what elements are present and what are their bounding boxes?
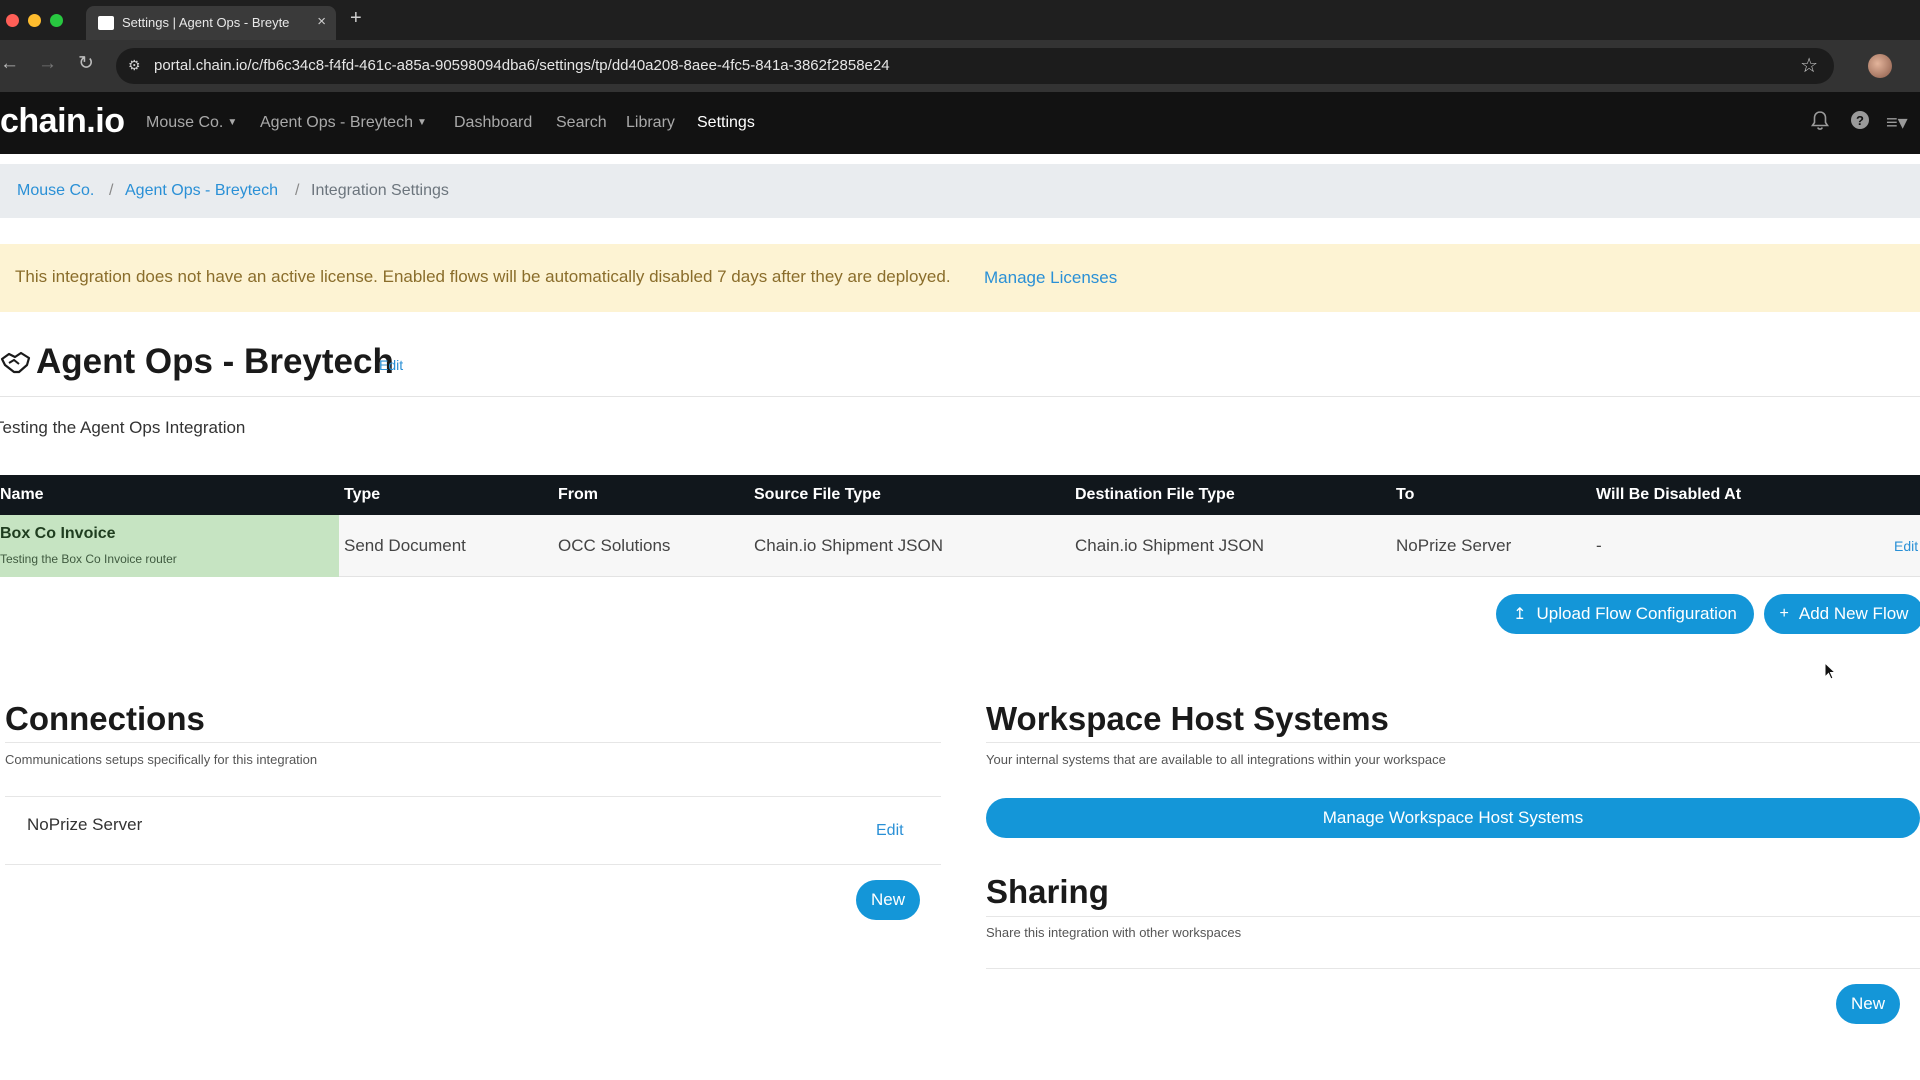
column-header-from[interactable]: From xyxy=(558,486,598,504)
forward-arrow-icon[interactable]: → xyxy=(38,54,57,74)
nav-item-mouse-co[interactable]: Mouse Co. ▼ xyxy=(146,114,237,132)
nav-item-library[interactable]: Library xyxy=(626,114,675,132)
hamburger-menu-icon[interactable]: ≡▾ xyxy=(1886,110,1908,135)
manage-workspace-host-systems-button[interactable]: Manage Workspace Host Systems xyxy=(986,798,1920,838)
column-header-to[interactable]: To xyxy=(1396,486,1414,504)
edit-connection-link[interactable]: Edit xyxy=(876,822,904,840)
site-info-icon[interactable]: ⚙ xyxy=(128,57,141,74)
upload-flow-configuration-button[interactable]: ↥ Upload Flow Configuration xyxy=(1496,594,1754,634)
divider xyxy=(5,796,941,797)
column-header-name[interactable]: Name xyxy=(0,486,44,504)
upload-flow-label: Upload Flow Configuration xyxy=(1536,604,1737,623)
edit-flow-link[interactable]: Edit xyxy=(1894,538,1918,554)
window-maximize-button[interactable] xyxy=(50,14,63,27)
sharing-title: Sharing xyxy=(986,873,1109,910)
column-header-source-file-type[interactable]: Source File Type xyxy=(754,486,881,504)
divider xyxy=(0,396,1920,397)
new-sharing-button[interactable]: New xyxy=(1836,984,1900,1024)
back-arrow-icon[interactable]: ← xyxy=(0,54,19,74)
mouse-pointer-icon xyxy=(1824,661,1837,685)
manage-licenses-link[interactable]: Manage Licenses xyxy=(984,268,1117,288)
breadcrumb-current: Integration Settings xyxy=(311,182,449,199)
brand-logo[interactable]: chain.io xyxy=(0,102,125,141)
breadcrumb: Mouse Co. / Agent Ops - Breytech / Integ… xyxy=(0,164,1920,218)
page-title: Agent Ops - Breytech xyxy=(36,342,394,381)
flow-from: OCC Solutions xyxy=(558,536,671,555)
url-text[interactable]: portal.chain.io/c/fb6c34c8-f4fd-461c-a85… xyxy=(154,57,890,74)
table-row[interactable]: Box Co Invoice Testing the Box Co Invoic… xyxy=(0,515,1920,577)
flow-disabled-at: - xyxy=(1596,536,1602,555)
workspace-host-systems-title: Workspace Host Systems xyxy=(986,700,1389,737)
flow-type: Send Document xyxy=(344,536,466,555)
upload-icon: ↥ xyxy=(1513,606,1527,623)
breadcrumb-separator: / xyxy=(109,182,114,199)
divider xyxy=(986,742,1920,743)
flow-source-file-type: Chain.io Shipment JSON xyxy=(754,536,943,555)
breadcrumb-agent-ops[interactable]: Agent Ops - Breytech xyxy=(125,182,278,200)
divider xyxy=(986,916,1920,917)
nav-item-settings[interactable]: Settings xyxy=(697,114,755,132)
divider xyxy=(5,864,941,865)
window-minimize-button[interactable] xyxy=(28,14,41,27)
workspace-host-systems-subtitle: Your internal systems that are available… xyxy=(986,752,1446,767)
connection-item: NoPrize Server xyxy=(27,815,143,834)
divider xyxy=(5,742,941,743)
profile-avatar[interactable] xyxy=(1868,54,1892,78)
add-new-flow-button[interactable]: + Add New Flow xyxy=(1764,594,1920,634)
connections-title: Connections xyxy=(5,700,205,737)
plus-icon: + xyxy=(1779,605,1789,622)
column-header-destination-file-type[interactable]: Destination File Type xyxy=(1075,486,1235,504)
integration-description: Testing the Agent Ops Integration xyxy=(0,418,246,437)
flow-name[interactable]: Box Co Invoice xyxy=(0,525,116,543)
sharing-subtitle: Share this integration with other worksp… xyxy=(986,925,1242,940)
tab-title: Settings | Agent Ops - Breyte xyxy=(122,15,290,30)
breadcrumb-mouse-co[interactable]: Mouse Co. xyxy=(17,182,94,200)
chevron-down-icon: ▼ xyxy=(227,117,238,128)
connections-subtitle: Communications setups specifically for t… xyxy=(5,752,318,767)
browser-toolbar: ← → ↻ ⚙ portal.chain.io/c/fb6c34c8-f4fd-… xyxy=(0,40,1920,92)
browser-tab-bar: Settings | Agent Ops - Breyte × + xyxy=(0,0,1920,40)
flow-to: NoPrize Server xyxy=(1396,536,1512,555)
edit-integration-link[interactable]: Edit xyxy=(379,357,403,373)
bookmark-star-icon[interactable]: ☆ xyxy=(1800,53,1818,78)
new-tab-button[interactable]: + xyxy=(350,7,362,30)
nav-item-search[interactable]: Search xyxy=(556,114,607,132)
address-bar[interactable]: ⚙ portal.chain.io/c/fb6c34c8-f4fd-461c-a… xyxy=(116,48,1834,84)
flow-description: Testing the Box Co Invoice router xyxy=(0,552,177,566)
add-flow-label: Add New Flow xyxy=(1798,604,1909,623)
nav-item-agent-ops[interactable]: Agent Ops - Breytech ▼ xyxy=(260,114,427,132)
app-navbar: chain.io Mouse Co. ▼ Agent Ops - Breytech… xyxy=(0,92,1920,154)
reload-icon[interactable]: ↻ xyxy=(78,54,94,74)
breadcrumb-separator: / xyxy=(295,182,300,199)
bell-icon[interactable] xyxy=(1810,110,1830,138)
handshake-icon xyxy=(0,350,32,376)
flow-destination-file-type: Chain.io Shipment JSON xyxy=(1075,536,1264,555)
window-close-button[interactable] xyxy=(6,14,19,27)
column-header-disabled-at[interactable]: Will Be Disabled At xyxy=(1596,486,1741,504)
new-connection-button[interactable]: New xyxy=(856,880,920,920)
license-alert: This integration does not have an active… xyxy=(0,244,1920,312)
help-icon[interactable]: ? xyxy=(1850,110,1870,136)
table-header: Name Type From Source File Type Destinat… xyxy=(0,475,1920,515)
browser-tab[interactable]: Settings | Agent Ops - Breyte × xyxy=(86,6,336,40)
column-header-type[interactable]: Type xyxy=(344,486,380,504)
chevron-down-icon: ▼ xyxy=(416,117,427,128)
flow-name-cell[interactable]: Box Co Invoice Testing the Box Co Invoic… xyxy=(0,515,339,577)
alert-text: This integration does not have an active… xyxy=(15,267,951,286)
svg-text:?: ? xyxy=(1856,113,1864,128)
favicon-icon xyxy=(98,16,114,30)
close-tab-icon[interactable]: × xyxy=(317,13,326,30)
divider xyxy=(986,968,1920,969)
nav-item-dashboard[interactable]: Dashboard xyxy=(454,114,532,132)
